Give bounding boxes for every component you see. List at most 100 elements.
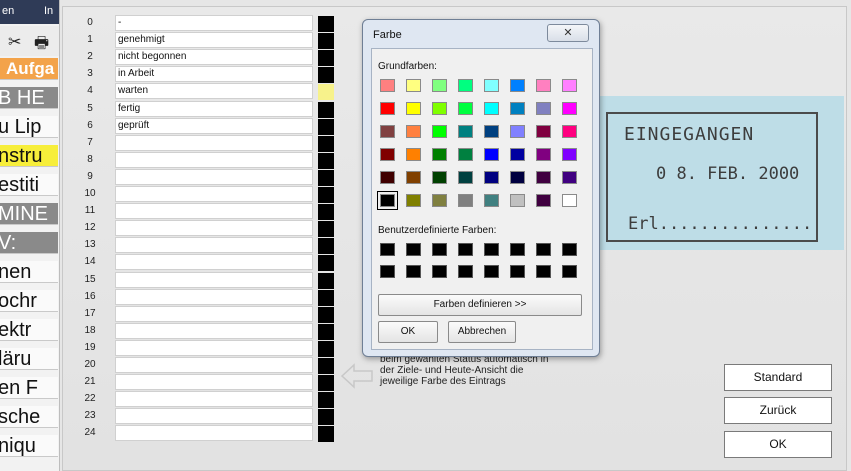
status-color-swatch[interactable] [318, 50, 334, 67]
custom-color-swatch[interactable] [380, 243, 395, 256]
status-name-input[interactable] [115, 254, 313, 271]
custom-color-swatch[interactable] [484, 265, 499, 278]
status-name-input[interactable] [115, 203, 313, 220]
custom-color-swatch[interactable] [562, 265, 577, 278]
basic-color-swatch[interactable] [432, 79, 447, 92]
nav-item[interactable]: B HE [0, 87, 58, 109]
basic-color-swatch[interactable] [484, 125, 499, 138]
tools-icon[interactable]: ✂ [8, 32, 21, 52]
nav-item[interactable]: MINE [0, 203, 58, 225]
nav-item[interactable]: en F [0, 377, 58, 399]
basic-color-swatch[interactable] [380, 125, 395, 138]
status-color-swatch[interactable] [318, 272, 334, 289]
custom-color-swatch[interactable] [432, 243, 447, 256]
status-color-swatch[interactable] [318, 16, 334, 32]
status-name-input[interactable] [115, 186, 313, 202]
basic-color-swatch[interactable] [562, 148, 577, 161]
status-name-input[interactable] [115, 134, 313, 151]
status-color-swatch[interactable] [318, 84, 334, 101]
basic-color-swatch[interactable] [406, 102, 421, 115]
status-name-input[interactable]: geprüft [115, 117, 313, 134]
basic-color-swatch[interactable] [484, 148, 499, 161]
close-button[interactable]: ✕ [547, 24, 589, 42]
status-name-input[interactable]: warten [115, 83, 313, 100]
status-name-input[interactable]: fertig [115, 100, 313, 117]
basic-color-swatch[interactable] [562, 194, 577, 207]
menu-item-partial[interactable]: en [2, 5, 14, 17]
cancel-button[interactable]: Abbrechen [448, 321, 516, 343]
custom-color-swatch[interactable] [406, 243, 421, 256]
basic-color-swatch[interactable] [458, 194, 473, 207]
status-name-input[interactable]: in Arbeit [115, 66, 313, 83]
basic-color-swatch[interactable] [458, 171, 473, 184]
basic-color-swatch[interactable] [562, 125, 577, 138]
nav-item[interactable]: V: [0, 232, 58, 254]
custom-color-swatch[interactable] [406, 265, 421, 278]
status-color-swatch[interactable] [318, 392, 334, 409]
nav-item[interactable]: nen [0, 261, 58, 283]
status-color-swatch[interactable] [318, 33, 334, 50]
status-name-input[interactable] [115, 271, 313, 288]
basic-color-swatch[interactable] [406, 79, 421, 92]
status-name-input[interactable] [115, 339, 313, 356]
custom-color-swatch[interactable] [458, 265, 473, 278]
basic-color-swatch[interactable] [536, 79, 551, 92]
back-button[interactable]: Zurück [724, 397, 832, 424]
basic-color-swatch[interactable] [380, 148, 395, 161]
status-color-swatch[interactable] [318, 67, 334, 84]
define-colors-button[interactable]: Farben definieren >> [378, 294, 582, 316]
status-color-swatch[interactable] [318, 101, 334, 118]
basic-color-swatch[interactable] [510, 171, 525, 184]
basic-color-swatch[interactable] [510, 79, 525, 92]
custom-color-swatch[interactable] [510, 243, 525, 256]
status-name-input[interactable] [115, 391, 313, 408]
status-color-swatch[interactable] [318, 289, 334, 306]
basic-color-swatch[interactable] [406, 148, 421, 161]
basic-color-swatch[interactable] [536, 102, 551, 115]
basic-color-swatch[interactable] [510, 125, 525, 138]
status-color-swatch[interactable] [318, 358, 334, 374]
status-name-input[interactable] [115, 305, 313, 322]
custom-color-swatch[interactable] [510, 265, 525, 278]
custom-color-swatch[interactable] [536, 265, 551, 278]
basic-color-swatch[interactable] [510, 148, 525, 161]
status-color-swatch[interactable] [318, 204, 334, 221]
menu-item-partial[interactable]: In [44, 5, 53, 17]
nav-item[interactable]: niqu [0, 435, 58, 457]
nav-item[interactable]: nstru [0, 145, 58, 167]
basic-color-swatch[interactable] [432, 125, 447, 138]
dialog-ok-button[interactable]: OK [378, 321, 438, 343]
basic-color-swatch[interactable] [458, 79, 473, 92]
nav-item[interactable]: u Lip [0, 116, 58, 138]
custom-color-swatch[interactable] [484, 243, 499, 256]
basic-color-swatch[interactable] [380, 79, 395, 92]
status-color-swatch[interactable] [318, 187, 334, 203]
basic-color-swatch[interactable] [484, 79, 499, 92]
custom-color-swatch[interactable] [432, 265, 447, 278]
nav-item[interactable]: ochr [0, 290, 58, 312]
status-color-swatch[interactable] [318, 135, 334, 152]
status-name-input[interactable]: nicht begonnen [115, 49, 313, 66]
status-color-swatch[interactable] [318, 238, 334, 255]
custom-color-swatch[interactable] [562, 243, 577, 256]
basic-color-swatch[interactable] [536, 194, 551, 207]
nav-item[interactable]: Aufga [0, 58, 58, 80]
status-name-input[interactable] [115, 322, 313, 339]
basic-color-swatch[interactable] [406, 194, 421, 207]
basic-color-swatch[interactable] [562, 102, 577, 115]
status-color-swatch[interactable] [318, 169, 334, 186]
basic-color-swatch[interactable] [432, 194, 447, 207]
basic-color-swatch[interactable] [432, 102, 447, 115]
status-color-swatch[interactable] [318, 221, 334, 238]
status-name-input[interactable] [115, 408, 313, 425]
status-name-input[interactable] [115, 151, 313, 168]
basic-color-swatch[interactable] [458, 102, 473, 115]
basic-color-swatch[interactable] [562, 79, 577, 92]
status-color-swatch[interactable] [318, 409, 334, 426]
status-name-input[interactable]: genehmigt [115, 32, 313, 49]
basic-color-swatch[interactable] [432, 171, 447, 184]
nav-item[interactable]: estiti [0, 174, 58, 196]
basic-color-swatch[interactable] [510, 194, 525, 207]
status-name-input[interactable]: - [115, 15, 313, 31]
status-color-swatch[interactable] [318, 306, 334, 323]
